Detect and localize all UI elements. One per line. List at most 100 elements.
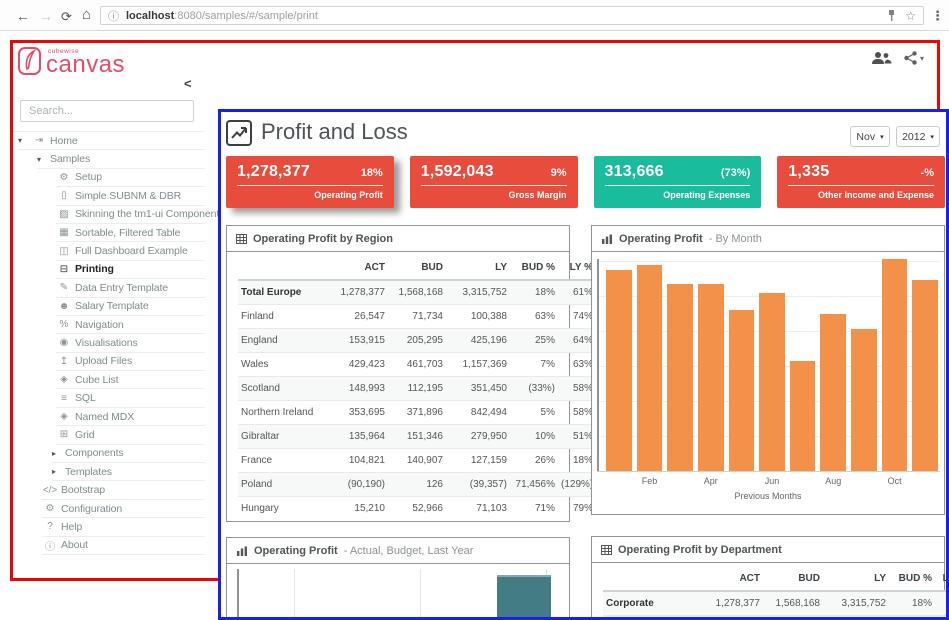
browser-home-icon[interactable]: ⌂ — [82, 7, 91, 23]
sidebar-item-named-mdx[interactable]: ◈Named MDX — [56, 408, 205, 426]
sidebar-item-components[interactable]: ▸Components — [52, 445, 205, 463]
sidebar-item-full-dashboard-example[interactable]: ◫Full Dashboard Example — [56, 242, 205, 260]
table-row-scotland: Scotland148,993112,195351,450(33%)58% — [238, 377, 596, 401]
table-cell: 1,568,168 — [763, 591, 823, 616]
gears-icon: ⚙ — [56, 172, 72, 183]
caret-right-icon: ▸ — [52, 467, 65, 476]
table-cell: 15,210 — [328, 497, 388, 521]
sidebar-item-samples[interactable]: ▾Samples — [37, 150, 205, 168]
table-icon — [236, 234, 247, 244]
bar-mar — [667, 284, 693, 471]
sidebar-item-data-entry-template[interactable]: ✎Data Entry Template — [56, 279, 205, 297]
page-title-icon — [226, 120, 252, 146]
kpi-value: 313,666 — [605, 163, 664, 181]
page-action-pin-icon[interactable] — [887, 9, 896, 22]
year-dropdown[interactable]: 2012 ▾ — [896, 126, 940, 147]
sidebar-item-skinning-the-tm1-ui-components[interactable]: ▨Skinning the tm1-ui Components — [56, 206, 205, 224]
table-cell: 1,157,369 — [446, 353, 510, 377]
table-cell: 461,703 — [388, 353, 446, 377]
bookmark-star-icon[interactable]: ☆ — [905, 9, 916, 23]
sidebar-item-simple-subnm-dbr[interactable]: ▯Simple SUBNM & DBR — [56, 187, 205, 205]
bar-apr — [698, 284, 724, 471]
browser-reload-icon[interactable]: ⟳ — [61, 9, 72, 25]
sidebar-item-sql[interactable]: ≡SQL — [56, 389, 205, 407]
page-info-icon[interactable]: ⓘ — [108, 8, 119, 24]
visualisation-icon: ◉ — [56, 337, 72, 348]
table-cell: 279,950 — [446, 425, 510, 449]
kpi-percent: 9% — [551, 167, 567, 179]
sidebar-item-label: Setup — [75, 171, 102, 183]
sidebar-item-configuration[interactable]: ⚙Configuration — [42, 500, 205, 518]
x-tick-aug: Aug — [820, 476, 846, 486]
cube-icon: ◈ — [56, 374, 72, 385]
x-tick-empty — [790, 476, 816, 486]
sidebar-item-visualisations[interactable]: ◉Visualisations — [56, 334, 205, 352]
x-tick-empty — [729, 476, 755, 486]
y-axis — [237, 569, 239, 620]
database-icon: ≡ — [56, 393, 72, 404]
month-dropdown[interactable]: Nov ▾ — [850, 126, 890, 147]
sidebar-item-label: SQL — [75, 392, 96, 404]
sidebar-item-label: Skinning the tm1-ui Components — [75, 208, 224, 220]
table-row-france: France104,821140,907127,15926%18% — [238, 449, 596, 473]
sidebar-item-help[interactable]: ?Help — [42, 518, 205, 536]
caret-down-icon: ▾ — [18, 136, 31, 145]
table-row-wales: Wales429,423461,7031,157,3697%63% — [238, 353, 596, 377]
sidebar-item-setup[interactable]: ⚙Setup — [56, 169, 205, 187]
kpi-divider — [605, 185, 751, 186]
url-text: localhost:8080/samples/#/sample/print — [126, 10, 881, 22]
table-cell: Finland — [238, 305, 328, 329]
sidebar-item-bootstrap[interactable]: </>Bootstrap — [42, 481, 205, 499]
sidebar-item-sortable-filtered-table[interactable]: ▦Sortable, Filtered Table — [56, 224, 205, 242]
sidebar-item-label: Samples — [50, 153, 90, 165]
sidebar-item-printing[interactable]: ⊟Printing — [56, 261, 205, 279]
table-cell: Northern Ireland — [238, 401, 328, 425]
year-dropdown-value: 2012 — [902, 131, 925, 143]
sidebar-item-home[interactable]: ▾⇥Home — [18, 132, 205, 150]
sidebar-item-label: Upload Files — [75, 355, 132, 367]
sidebar-item-salary-template[interactable]: ☻Salary Template — [56, 298, 205, 316]
sidebar-item-label: Simple SUBNM & DBR — [75, 190, 181, 202]
region-table: ACTBUDLYBUD %LY %Total Europe1,278,3771,… — [238, 256, 596, 520]
kpi-card-operating-expenses[interactable]: 313,666(73%)Operating Expenses — [594, 156, 762, 208]
kpi-card-gross-margin[interactable]: 1,592,0439%Gross Margin — [410, 156, 578, 208]
sidebar-item-grid[interactable]: ⊞Grid — [56, 426, 205, 444]
table-cell: 3,315,752 — [446, 280, 510, 305]
bar-aug — [820, 314, 846, 471]
table-row-hungary: Hungary15,21052,96671,10371%79% — [238, 497, 596, 521]
table-cell: 71,103 — [446, 497, 510, 521]
kpi-card-other-income-and-expense[interactable]: 1,335-%Other Income and Expense — [777, 156, 945, 208]
table-cell: Wales — [238, 353, 328, 377]
sidebar-collapse-icon[interactable]: < — [184, 76, 192, 91]
sidebar-item-about[interactable]: ⓘAbout — [42, 537, 205, 555]
users-icon[interactable] — [871, 51, 892, 65]
sidebar-item-label: Grid — [75, 429, 94, 441]
table-cell: 1,278,377 — [701, 591, 763, 616]
sidebar-item-navigation[interactable]: %Navigation — [56, 316, 205, 334]
sidebar-item-upload-files[interactable]: ↥Upload Files — [56, 353, 205, 371]
sidebar-item-label: Navigation — [75, 319, 124, 331]
column-header: ACT — [328, 256, 388, 280]
page-title: Profit and Loss — [261, 119, 408, 145]
upload-icon: ↥ — [56, 356, 72, 367]
browser-forward-icon[interactable]: → — [39, 8, 53, 24]
sidebar-item-label: Help — [61, 521, 82, 533]
sidebar-item-cube-list[interactable]: ◈Cube List — [56, 371, 205, 389]
brand-logo[interactable]: cubewise canvas — [17, 45, 125, 77]
browser-back-icon[interactable]: ← — [16, 8, 30, 24]
kpi-card-operating-profit[interactable]: 1,278,37718%Operating Profit — [226, 156, 394, 208]
month-chart-plot — [597, 259, 940, 472]
bar-oct — [882, 259, 908, 471]
info-icon: ⓘ — [42, 538, 58, 553]
table-cell: Total Europe — [238, 280, 328, 305]
table-cell: 18% — [889, 591, 935, 616]
share-button[interactable]: ▾ — [904, 51, 924, 65]
sidebar-item-templates[interactable]: ▸Templates — [52, 463, 205, 481]
address-bar[interactable]: ⓘ localhost:8080/samples/#/sample/print … — [100, 6, 924, 25]
bar-nov — [912, 280, 938, 471]
search-input[interactable] — [20, 100, 194, 122]
teal-bar — [497, 575, 551, 620]
browser-menu-icon[interactable]: ⋮ — [931, 8, 944, 24]
bar-may — [729, 310, 755, 471]
table-cell: 112,195 — [388, 377, 446, 401]
